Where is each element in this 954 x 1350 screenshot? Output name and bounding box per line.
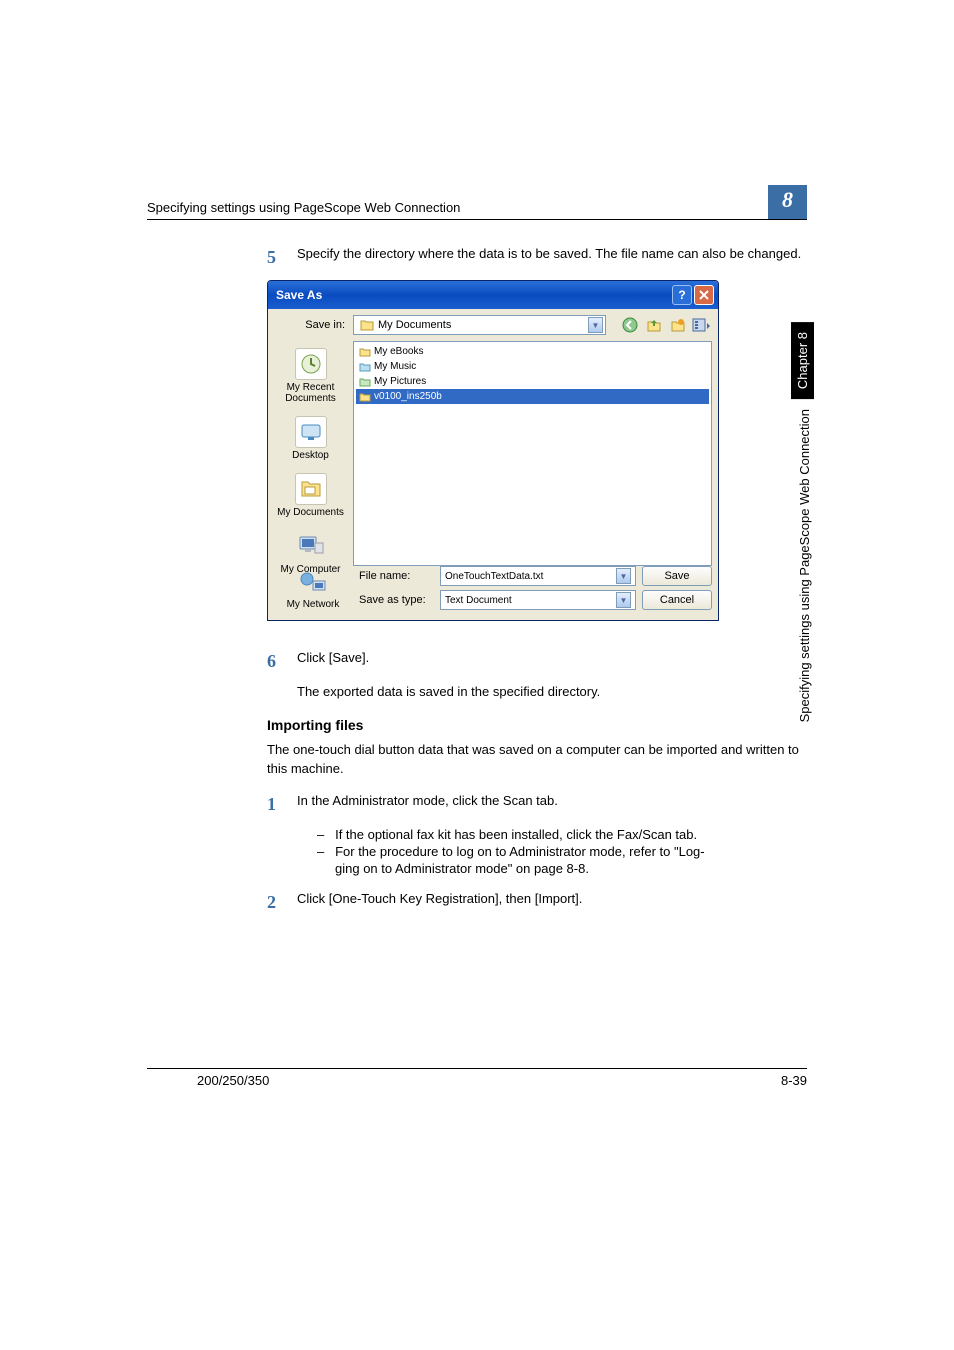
back-icon [622,317,638,333]
places-recent[interactable]: My Recent Documents [272,345,350,407]
list-item[interactable]: My eBooks [356,344,709,359]
chapter-number-badge: 8 [768,185,807,219]
filename-label: File name: [359,570,434,582]
side-vertical-text: Specifying settings using PageScope Web … [791,409,818,722]
places-mydocs[interactable]: My Documents [272,470,350,521]
type-dropdown[interactable]: Text Document ▼ [440,590,636,610]
step-text: Click [Save]. [297,649,807,674]
dialog-title: Save As [276,288,670,302]
step-number: 6 [267,649,297,674]
page-header: Specifying settings using PageScope Web … [147,185,807,220]
save-in-label: Save in: [274,319,349,331]
type-label: Save as type: [359,594,434,606]
footer-page-number: 8-39 [781,1073,807,1088]
dialog-toolbar: Save in: My Documents ▼ [268,309,718,341]
recent-icon [299,352,323,376]
close-button[interactable] [694,285,714,305]
places-label: My Documents [277,507,344,518]
page-footer: 200/250/350 8-39 [147,1068,807,1088]
step-1: 1 In the Administrator mode, click the S… [147,792,807,817]
list-item[interactable]: My Music [356,359,709,374]
chevron-down-icon[interactable]: ▼ [616,568,631,584]
step-number: 5 [267,245,297,270]
help-button[interactable]: ? [672,285,692,305]
places-label: My Network [287,599,340,610]
list-item-selected[interactable]: v0100_ins250b [356,389,709,404]
type-value: Text Document [445,595,616,606]
cancel-button-label: Cancel [660,594,694,606]
save-button-label: Save [664,570,689,582]
places-label: My Recent Documents [285,382,336,404]
mydocs-icon [299,477,323,501]
step-number: 2 [267,890,297,915]
music-folder-icon [358,360,372,374]
network-icon [299,571,327,595]
places-mynet[interactable]: My Network [274,566,352,613]
step-6-sub: The exported data is saved in the specif… [147,684,807,699]
list-item-label: My Pictures [374,376,426,387]
save-as-dialog: Save As ? Save in: My Documents ▼ [267,280,719,621]
save-in-value: My Documents [378,319,588,331]
bullet-text: ging on to Administrator mode" on page 8… [335,861,589,876]
list-item-label: v0100_ins250b [374,391,442,402]
mycomputer-icon [296,531,326,561]
footer-left: 200/250/350 [147,1073,781,1088]
bullet-text: If the optional fax kit has been install… [335,827,697,842]
up-folder-icon [646,317,662,333]
cancel-button[interactable]: Cancel [642,590,712,610]
views-icon [692,317,712,333]
side-tab: Chapter 8 Specifying settings using Page… [791,322,819,723]
chevron-down-icon[interactable]: ▼ [616,592,631,608]
step-text: In the Administrator mode, click the Sca… [297,792,807,817]
dialog-titlebar[interactable]: Save As ? [268,281,718,309]
list-item-label: My Music [374,361,416,372]
step-number: 1 [267,792,297,817]
list-item[interactable]: My Pictures [356,374,709,389]
up-button[interactable] [644,315,664,335]
step-5: 5 Specify the directory where the data i… [147,245,807,270]
folder-icon [358,390,372,404]
places-desktop[interactable]: Desktop [272,413,350,464]
file-list[interactable]: My eBooks My Music My Pictures v0100_ins… [353,341,712,566]
pictures-folder-icon [358,375,372,389]
save-in-dropdown[interactable]: My Documents ▼ [353,315,606,335]
new-folder-button[interactable] [668,315,688,335]
folder-icon [358,345,372,359]
filename-value: OneTouchTextData.txt [445,571,616,582]
list-item-label: My eBooks [374,346,423,357]
back-button[interactable] [620,315,640,335]
filename-input[interactable]: OneTouchTextData.txt ▼ [440,566,636,586]
places-bar: My Recent Documents Desktop My Documents… [268,341,353,566]
step-2: 2 Click [One-Touch Key Registration], th… [147,890,807,915]
chapter-tab: Chapter 8 [791,322,814,399]
close-icon [699,290,709,300]
importing-paragraph: The one-touch dial button data that was … [147,741,807,777]
step-6: 6 Click [Save]. [147,649,807,674]
folder-icon [360,318,374,332]
desktop-icon [299,420,323,444]
chevron-down-icon[interactable]: ▼ [588,317,603,333]
step-text: Click [One-Touch Key Registration], then… [297,890,807,915]
bullet-text: For the procedure to log on to Administr… [335,844,700,859]
views-button[interactable] [692,315,712,335]
importing-title: Importing files [147,717,807,733]
save-button[interactable]: Save [642,566,712,586]
places-label: Desktop [292,450,329,461]
header-title: Specifying settings using PageScope Web … [147,200,768,215]
new-folder-icon [670,317,686,333]
step-1-bullets: – If the optional fax kit has been insta… [147,827,807,876]
step-text: Specify the directory where the data is … [297,245,807,270]
